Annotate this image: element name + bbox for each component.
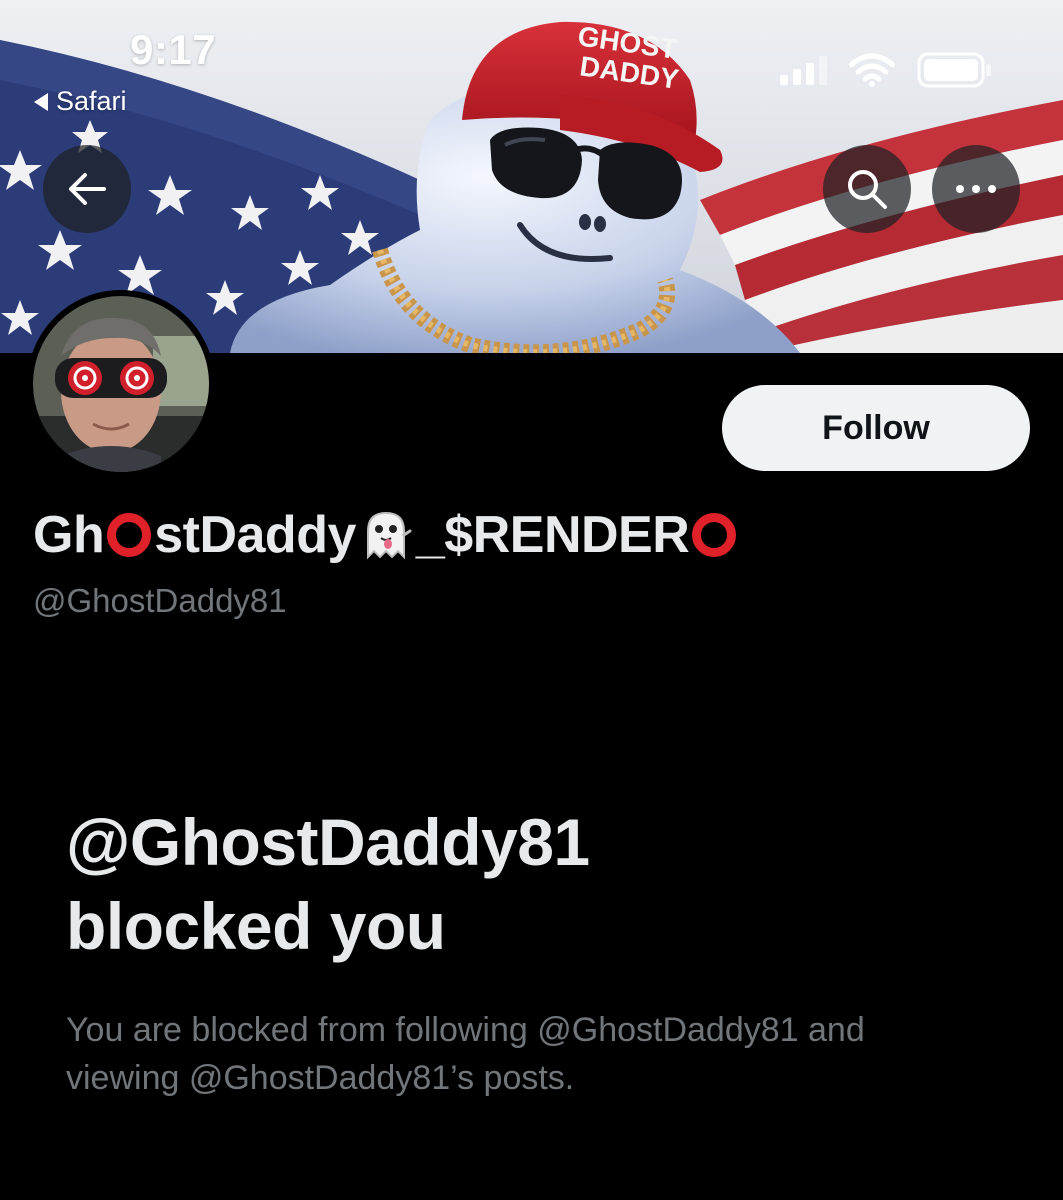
avatar-image (33, 296, 209, 472)
profile-avatar[interactable] (27, 290, 215, 478)
cellular-signal-icon (780, 55, 827, 85)
display-name-part1: Gh (33, 506, 105, 564)
back-triangle-icon (34, 92, 48, 111)
arrow-left-icon (69, 173, 106, 205)
display-name-part3: _$RENDER (415, 506, 690, 564)
ghost-emoji-icon (366, 511, 412, 560)
red-circle-emoji-icon (692, 513, 737, 557)
display-name: Gh stDaddy _$RENDER (33, 505, 739, 565)
back-to-app[interactable]: Safari (34, 86, 127, 117)
status-time: 9:17 (130, 26, 217, 73)
follow-button[interactable]: Follow (722, 385, 1030, 471)
blocked-description: You are blocked from following @GhostDad… (66, 1011, 865, 1097)
more-options-button[interactable] (932, 145, 1020, 233)
search-icon (848, 170, 887, 209)
back-button[interactable] (43, 145, 131, 233)
blocked-title-text: blocked you (66, 889, 446, 963)
status-icons (780, 52, 993, 88)
more-icon (956, 185, 996, 193)
red-circle-emoji-icon (107, 513, 152, 557)
back-app-label: Safari (56, 86, 127, 116)
profile-page: GHOST DADDY 9:17 Safari Follow Gh stDadd… (0, 0, 1063, 1200)
wifi-icon (849, 53, 895, 87)
battery-icon (917, 52, 991, 88)
search-button[interactable] (823, 145, 911, 233)
display-name-part2: stDaddy (154, 506, 356, 564)
blocked-title: @GhostDaddy81 blocked you (66, 800, 590, 968)
blocked-title-handle: @GhostDaddy81 (66, 805, 590, 879)
profile-handle: @GhostDaddy81 (33, 582, 287, 619)
